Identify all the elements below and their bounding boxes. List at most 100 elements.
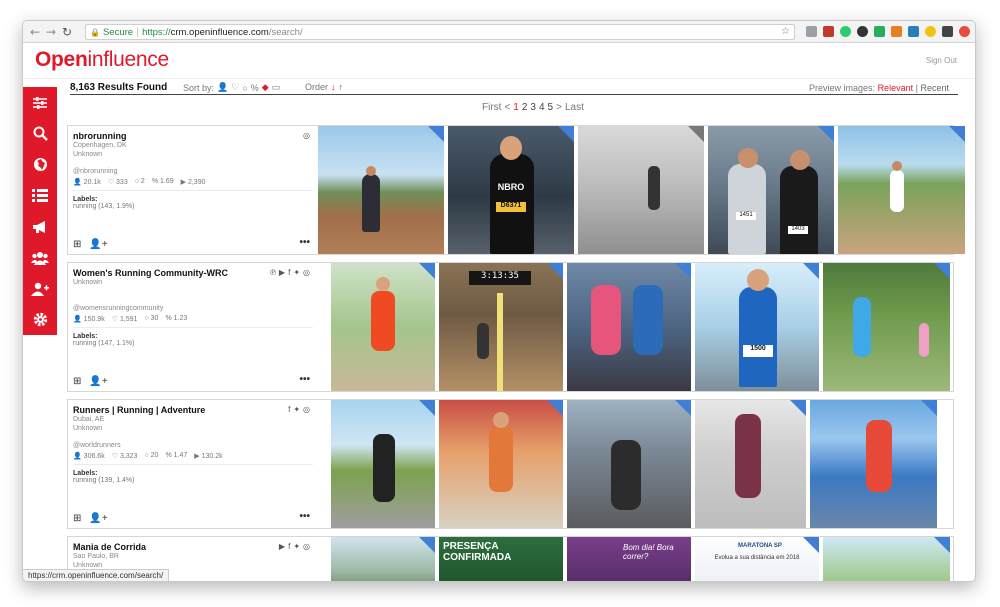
youtube-icon[interactable]: ▶ <box>279 268 285 277</box>
preview-photo[interactable] <box>823 537 950 581</box>
preview-photo[interactable]: 1500 <box>695 263 819 391</box>
influencer-handle[interactable]: @worldrunners <box>73 442 313 449</box>
back-icon[interactable]: ← <box>27 25 43 39</box>
preview-photo[interactable] <box>439 400 563 528</box>
influencer-name[interactable]: Mania de Corrida <box>73 542 313 552</box>
preview-photo[interactable] <box>823 263 950 391</box>
sidebar-item-groups[interactable] <box>23 242 57 273</box>
preview-photo[interactable] <box>578 126 704 254</box>
preview-photo[interactable]: PRESENÇA CONFIRMADA <box>439 537 563 581</box>
pager-last[interactable]: Last <box>565 102 584 113</box>
add-to-list-icon[interactable]: ⊞ <box>73 376 81 387</box>
preview-relevant-link[interactable]: Relevant <box>878 83 914 93</box>
preview-photo[interactable]: NBRO D6371 <box>448 126 574 254</box>
instagram-icon[interactable]: ◎ <box>303 268 310 277</box>
pager-page-4[interactable]: 4 <box>539 102 545 113</box>
influencer-location: Copenhagen, DK <box>73 142 127 149</box>
twitter-icon[interactable]: ✦ <box>293 405 300 414</box>
preview-photo[interactable] <box>331 263 435 391</box>
influencer-handle[interactable]: @womensrunningcommunity <box>73 305 313 312</box>
preview-photo[interactable] <box>331 537 435 581</box>
pager-page-2[interactable]: 2 <box>522 102 528 113</box>
sort-engagement-icon[interactable]: % <box>251 83 259 93</box>
extension-icon[interactable] <box>908 26 919 37</box>
sidebar-item-add-user[interactable] <box>23 273 57 304</box>
preview-photo[interactable]: 1451 1403 <box>708 126 834 254</box>
extension-icon[interactable] <box>959 26 970 37</box>
preview-photo[interactable]: Bom dia! Bora correr? <box>567 537 691 581</box>
more-options-icon[interactable]: ••• <box>299 511 310 522</box>
sidebar-item-settings[interactable] <box>23 304 57 335</box>
facebook-icon[interactable]: f <box>288 542 290 551</box>
sort-labels-icon[interactable]: ◆ <box>262 82 269 93</box>
pinterest-icon[interactable]: ℗ <box>270 268 276 277</box>
influencer-handle[interactable]: @nbrorunning <box>73 168 313 175</box>
twitter-icon[interactable]: ✦ <box>293 268 300 277</box>
sidebar-item-filters[interactable] <box>23 87 57 118</box>
search-icon <box>33 126 48 141</box>
pager-page-1[interactable]: 1 <box>513 102 519 113</box>
sidebar-item-search[interactable] <box>23 118 57 149</box>
extension-icon[interactable] <box>891 26 902 37</box>
add-to-list-icon[interactable]: ⊞ <box>73 239 81 250</box>
pager-first[interactable]: First <box>482 102 501 113</box>
pager-page-3[interactable]: 3 <box>530 102 536 113</box>
pager-prev[interactable]: < <box>504 102 510 113</box>
sidebar-item-campaigns[interactable] <box>23 211 57 242</box>
preview-recent-link[interactable]: Recent <box>920 83 949 93</box>
facebook-icon[interactable]: f <box>288 268 290 277</box>
preview-photo[interactable] <box>695 400 806 528</box>
sort-comments-icon[interactable]: ○ <box>242 83 247 93</box>
preview-photo[interactable] <box>810 400 937 528</box>
order-asc-icon[interactable]: ↑ <box>339 82 344 92</box>
sidebar-item-globe[interactable] <box>23 149 57 180</box>
preview-photo[interactable] <box>838 126 965 254</box>
extension-icon[interactable] <box>857 26 868 37</box>
instagram-icon[interactable]: ◎ <box>303 542 310 551</box>
preview-photo[interactable] <box>567 400 691 528</box>
youtube-icon[interactable]: ▶ <box>279 542 285 551</box>
preview-photo[interactable] <box>331 400 435 528</box>
sort-reach-icon[interactable]: ▭ <box>272 82 281 93</box>
instagram-icon[interactable]: ◎ <box>303 131 310 140</box>
preview-photo[interactable]: 3:13:35 <box>439 263 563 391</box>
openinfluence-logo[interactable]: Openinfluence <box>35 48 169 72</box>
extension-icon[interactable] <box>942 26 953 37</box>
influencer-name[interactable]: Runners | Running | Adventure <box>73 405 313 415</box>
extension-icon[interactable] <box>874 26 885 37</box>
add-user-icon[interactable]: 👤+ <box>89 239 107 250</box>
preview-photo[interactable] <box>567 263 691 391</box>
order-desc-icon[interactable]: ↓ <box>331 82 336 92</box>
engagement-value: 1.47 <box>173 452 188 459</box>
more-options-icon[interactable]: ••• <box>299 237 310 248</box>
influencer-name[interactable]: nbrorunning <box>73 131 313 141</box>
extension-icon[interactable] <box>925 26 936 37</box>
reload-icon[interactable]: ↻ <box>59 25 75 39</box>
facebook-icon[interactable]: f <box>288 405 290 414</box>
pager-next[interactable]: > <box>556 102 562 113</box>
sidebar-item-lists[interactable] <box>23 180 57 211</box>
sort-likes-icon[interactable]: ♡ <box>231 82 239 93</box>
extension-icon[interactable] <box>823 26 834 37</box>
extension-icon[interactable] <box>840 26 851 37</box>
heart-icon: ♡ <box>107 179 115 186</box>
add-user-icon[interactable]: 👤+ <box>89 513 107 524</box>
pager-page-5[interactable]: 5 <box>548 102 554 113</box>
comment-icon: ○ <box>144 315 149 322</box>
media-badge-icon <box>419 263 435 279</box>
add-user-icon[interactable]: 👤+ <box>89 376 107 387</box>
forward-icon[interactable]: → <box>43 25 59 39</box>
preview-photo[interactable] <box>318 126 444 254</box>
preview-photo[interactable]: MARATONA SP Evolua a sua distância em 20… <box>695 537 819 581</box>
sort-followers-icon[interactable]: 👤 <box>217 82 228 93</box>
media-badge-icon <box>428 126 444 142</box>
bookmark-star-icon[interactable]: ☆ <box>781 26 790 37</box>
address-bar[interactable]: 🔒 Secure https://crm.openinfluence.com/s… <box>85 24 795 40</box>
twitter-icon[interactable]: ✦ <box>293 542 300 551</box>
more-options-icon[interactable]: ••• <box>299 374 310 385</box>
media-badge-icon <box>818 126 834 142</box>
sign-out-link[interactable]: Sign Out <box>926 56 957 65</box>
extension-icon[interactable] <box>806 26 817 37</box>
instagram-icon[interactable]: ◎ <box>303 405 310 414</box>
add-to-list-icon[interactable]: ⊞ <box>73 513 81 524</box>
